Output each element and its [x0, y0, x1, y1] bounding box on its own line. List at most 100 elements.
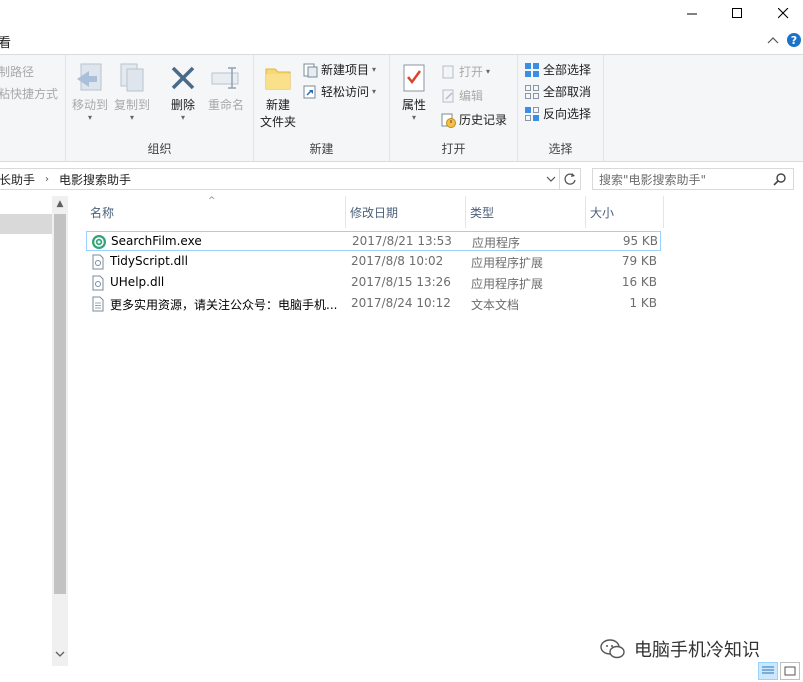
select-none-button[interactable]: 全部取消 — [524, 83, 591, 100]
refresh-button[interactable] — [559, 168, 581, 190]
new-group: 新建 文件夹 新建项目 ▾ 轻松访问 ▾ 新建 — [254, 55, 390, 161]
menu-tab-row: 看 ? — [0, 26, 803, 54]
invert-selection-label: 反向选择 — [543, 107, 592, 121]
paste-shortcut-label: 粘快捷方式 — [0, 87, 59, 101]
organize-group-label: 组织 — [147, 142, 172, 156]
column-type-label: 类型 — [470, 205, 495, 220]
select-all-icon — [525, 62, 539, 77]
select-none-icon — [525, 84, 539, 99]
new-item-button[interactable]: 新建项目 ▾ — [302, 61, 376, 78]
breadcrumb-parent[interactable]: 长助手 — [0, 171, 35, 188]
invert-selection-button[interactable]: 反向选择 — [524, 105, 591, 122]
select-none-label: 全部取消 — [543, 85, 592, 99]
table-row[interactable]: 更多实用资源，请关注公众号：电脑手机... 2017/8/24 10:12 文本… — [86, 294, 661, 314]
file-name: 更多实用资源，请关注公众号：电脑手机... — [110, 298, 338, 312]
rename-button[interactable]: 重命名 — [206, 61, 246, 114]
easy-access-icon — [303, 85, 316, 98]
move-to-label: 移动到 — [72, 98, 109, 112]
column-size-label: 大小 — [590, 205, 615, 220]
tab-view[interactable]: 看 — [0, 32, 11, 51]
minimize-button[interactable] — [669, 0, 715, 26]
search-input[interactable]: 搜索"电影搜索助手" — [592, 168, 794, 190]
maximize-button[interactable] — [714, 0, 760, 26]
address-history-dropdown[interactable] — [542, 168, 560, 190]
close-button[interactable] — [760, 0, 803, 26]
properties-button[interactable]: 属性 ▾ — [396, 61, 432, 122]
column-header-name[interactable]: 名称 — [86, 196, 346, 228]
move-to-icon — [73, 61, 107, 95]
dll-icon — [92, 254, 104, 270]
details-view-icon — [762, 666, 774, 674]
open-icon — [442, 65, 454, 78]
column-header-size[interactable]: 大小 — [586, 196, 664, 228]
close-icon — [777, 7, 788, 18]
select-all-label: 全部选择 — [543, 63, 592, 77]
file-name: TidyScript.dll — [110, 254, 188, 268]
select-group-label: 选择 — [548, 142, 573, 156]
file-list: ^ 名称 修改日期 类型 大小 SearchFilm.exe 2017/8/21… — [68, 196, 803, 666]
file-size: 1 KB — [629, 296, 657, 310]
column-header-type[interactable]: 类型 — [466, 196, 586, 228]
text-file-icon — [92, 296, 104, 312]
move-to-button[interactable]: 移动到 ▾ — [72, 61, 108, 122]
large-icons-view-icon — [784, 666, 796, 676]
table-row[interactable]: TidyScript.dll 2017/8/8 10:02 应用程序扩展 79 … — [86, 252, 661, 272]
history-label: 历史记录 — [459, 113, 508, 127]
select-all-button[interactable]: 全部选择 — [524, 61, 591, 78]
details-view-button[interactable] — [758, 662, 778, 680]
new-folder-button[interactable]: 新建 文件夹 — [258, 61, 298, 131]
new-item-label: 新建项目 — [321, 63, 370, 77]
maximize-icon — [731, 7, 742, 18]
watermark-text: 电脑手机冷知识 — [634, 640, 760, 661]
rename-icon — [209, 61, 243, 95]
minimize-icon — [686, 13, 697, 14]
column-header-date[interactable]: 修改日期 — [346, 196, 466, 228]
clipboard-group: 制路径 粘快捷方式 — [0, 55, 66, 161]
paste-shortcut-button[interactable]: 粘快捷方式 — [0, 85, 58, 102]
table-row[interactable]: SearchFilm.exe 2017/8/21 13:53 应用程序 95 K… — [86, 231, 661, 251]
open-group-label: 打开 — [441, 142, 466, 156]
invert-selection-icon — [525, 106, 539, 121]
search-placeholder: 搜索"电影搜索助手" — [599, 172, 707, 187]
chevron-down-icon: ▾ — [129, 113, 134, 122]
svg-text:?: ? — [791, 34, 797, 47]
delete-button[interactable]: 删除 ▾ — [166, 61, 200, 122]
chevron-down-icon: ▾ — [87, 113, 92, 122]
chevron-down-icon: ▾ — [411, 113, 416, 122]
ribbon: 制路径 粘快捷方式 移动到 ▾ 复制到 ▾ 删除 ▾ 重命名 组织 新建 文件夹… — [0, 54, 803, 162]
history-button[interactable]: 历史记录 — [440, 111, 507, 128]
breadcrumb-chevron-icon[interactable]: › — [45, 174, 49, 185]
table-row[interactable]: UHelp.dll 2017/8/15 13:26 应用程序扩展 16 KB — [86, 273, 661, 293]
copy-to-button[interactable]: 复制到 ▾ — [114, 61, 150, 122]
help-icon: ? — [787, 33, 801, 47]
help-button[interactable]: ? — [786, 32, 802, 48]
scroll-down-icon[interactable] — [52, 646, 68, 662]
open-label: 打开 — [459, 65, 484, 79]
breadcrumb-current[interactable]: 电影搜索助手 — [59, 171, 131, 188]
nav-scrollbar[interactable]: ▲ — [52, 196, 68, 666]
address-path[interactable]: 长助手 › 电影搜索助手 — [0, 168, 560, 190]
file-type: 应用程序扩展 — [471, 256, 544, 270]
organize-group: 移动到 ▾ 复制到 ▾ 删除 ▾ 重命名 组织 — [66, 55, 254, 161]
address-bar: 长助手 › 电影搜索助手 搜索"电影搜索助手" — [0, 162, 803, 196]
nav-selected-item[interactable] — [0, 214, 52, 234]
file-date: 2017/8/8 10:02 — [351, 254, 444, 268]
scroll-up-icon[interactable]: ▲ — [52, 196, 68, 212]
file-date: 2017/8/15 13:26 — [351, 275, 451, 289]
collapse-ribbon-button[interactable] — [766, 33, 780, 47]
copy-to-label: 复制到 — [114, 98, 151, 112]
search-icon[interactable] — [773, 172, 787, 186]
copy-path-button[interactable]: 制路径 — [0, 63, 34, 80]
large-icons-view-button[interactable] — [780, 662, 800, 680]
navigation-pane: ▲ — [0, 196, 68, 666]
column-name-label: 名称 — [90, 205, 115, 220]
title-bar — [0, 0, 803, 26]
watermark: 电脑手机冷知识 — [600, 636, 760, 662]
open-button[interactable]: 打开 ▾ — [440, 63, 490, 80]
edit-button[interactable]: 编辑 — [440, 87, 483, 104]
easy-access-button[interactable]: 轻松访问 ▾ — [302, 83, 376, 100]
column-headers: ^ 名称 修改日期 类型 大小 — [68, 196, 803, 228]
file-date: 2017/8/21 13:53 — [352, 234, 452, 248]
scrollbar-thumb[interactable] — [54, 214, 66, 594]
file-type: 文本文档 — [471, 298, 520, 312]
